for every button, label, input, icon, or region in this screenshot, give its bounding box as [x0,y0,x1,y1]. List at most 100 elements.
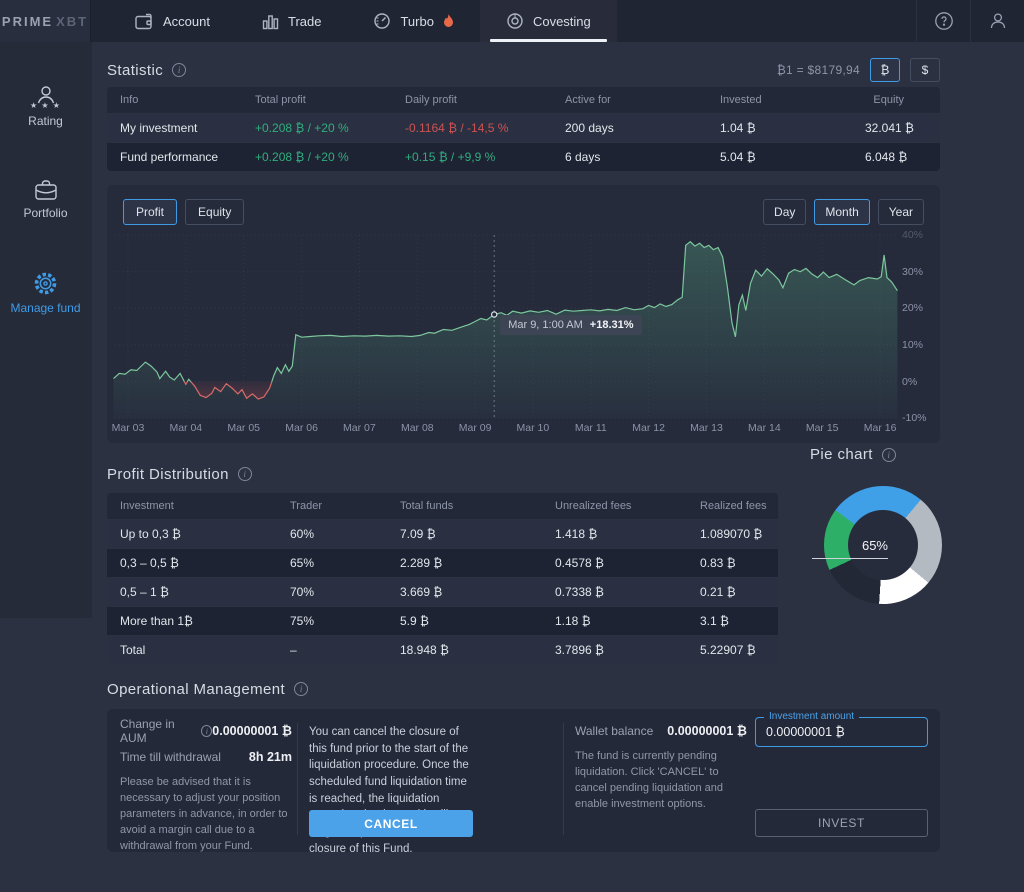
cell: 1.418 ₿ [542,527,687,541]
cell: 75% [277,614,387,628]
col-header: Info [107,94,242,106]
info-icon[interactable]: i [294,682,308,696]
sidebar-item-portfolio[interactable]: Portfolio [0,178,91,220]
portfolio-icon [33,178,59,202]
currency-controls: ₿1 = $8179,94 ₿ $ [777,58,940,82]
logo-prime: PRIME [2,14,53,29]
profile-button[interactable] [970,0,1024,42]
tab-label: Turbo [400,14,433,29]
cell: 3.1 ₿ [687,614,778,628]
flame-icon [443,14,454,28]
sidebar-item-manage-fund[interactable]: Manage fund [0,270,91,315]
time-till-withdrawal-row: Time till withdrawal 8h 21m [120,749,292,765]
cell: 0.7338 ₿ [542,585,687,599]
cell: 70% [277,585,387,599]
tab-label: Account [163,14,210,29]
cell: 18.948 ₿ [387,643,542,657]
cell-invested: 5.04 ₿ [707,150,852,164]
cell: 0,5 – 1 ₿ [107,585,277,599]
col-header: Unrealized fees [542,500,687,512]
currency-btc-button[interactable]: ₿ [870,58,900,82]
cell: 0.21 ₿ [687,585,778,599]
col-header: Invested [707,94,852,106]
range-month-button[interactable]: Month [814,199,869,225]
info-icon[interactable]: i [238,467,252,481]
x-tick-label: Mar 08 [401,422,434,434]
wallet-icon [135,13,154,30]
col-header: Total profit [242,94,392,106]
investment-amount-label: Investment amount [764,711,859,722]
y-tick-label: 10% [902,339,923,351]
tooltip-value: +18.31% [590,319,634,331]
profit-chart-card: Profit Equity Day Month Year [107,185,940,443]
info-icon[interactable]: i [882,448,896,462]
table-row: My investment +0.208 ₿ / +20 % -0.1164 ₿… [107,114,940,142]
divider [297,723,298,835]
table-row-total: Total – 18.948 ₿ 3.7896 ₿ 5.22907 ₿ [107,636,778,664]
range-year-button[interactable]: Year [878,199,924,225]
profit-distribution-title: Profit Distribution [107,466,229,483]
cancel-column: You can cancel the closure of this fund … [309,709,473,852]
x-tick-label: Mar 13 [690,422,723,434]
tab-turbo[interactable]: Turbo [347,0,479,42]
change-in-aum-row: Change in AUM i 0.00000001 ₿ [120,723,292,739]
chart-profit-button[interactable]: Profit [123,199,177,225]
x-tick-label: Mar 16 [864,422,897,434]
x-tick-label: Mar 04 [169,422,202,434]
chart-range-group: Day Month Year [755,199,924,225]
y-tick-label: 20% [902,302,923,314]
wallet-column: Wallet balance 0.00000001 ₿ The fund is … [575,709,747,813]
chart-equity-button[interactable]: Equity [185,199,244,225]
invest-button[interactable]: INVEST [755,809,928,837]
currency-usd-button[interactable]: $ [910,58,940,82]
col-header: Investment [107,500,277,512]
x-tick-label: Mar 06 [285,422,318,434]
cell-equity: 6.048 ₿ [852,150,943,164]
statistic-table: Info Total profit Daily profit Active fo… [107,87,940,171]
chart-toolbar: Profit Equity Day Month Year [123,199,924,225]
trade-bars-icon [262,13,279,30]
table-row: 0,3 – 0,5 ₿ 65% 2.289 ₿ 0.4578 ₿ 0.83 ₿ [107,549,778,577]
table-row: Up to 0,3 ₿ 60% 7.09 ₿ 1.418 ₿ 1.089070 … [107,520,778,548]
tab-trade[interactable]: Trade [236,0,347,42]
cell: 60% [277,527,387,541]
y-tick-label: 30% [902,266,923,278]
cancel-button[interactable]: CANCEL [309,810,473,837]
cell-daily-profit: -0.1164 ₿ / -14,5 % [392,121,552,135]
cell: 7.09 ₿ [387,527,542,541]
main-content: Statistic i ₿1 = $8179,94 ₿ $ Info Total… [107,42,940,852]
cell: – [277,643,387,657]
gear-icon [32,270,59,297]
covesting-icon [506,12,524,30]
pie-chart-block: Pie chart i 65% [810,446,942,661]
investment-amount-field: Investment amount [755,717,928,747]
cell: 0.83 ₿ [687,556,778,570]
info-icon[interactable]: i [201,725,212,737]
sidebar-item-rating[interactable]: ★ ★ ★ Rating [0,86,91,128]
cell-info: My investment [107,121,242,135]
table-row: More than 1₿ 75% 5.9 ₿ 1.18 ₿ 3.1 ₿ [107,607,778,635]
tab-label: Covesting [533,14,591,29]
logo[interactable]: PRIME XBT [0,0,91,42]
tab-covesting[interactable]: Covesting [480,0,617,42]
help-button[interactable] [916,0,970,42]
cancel-note: You can cancel the closure of this fund … [309,724,473,857]
covesting-page: PRIME XBT Account Trade Turbo Covesting [0,0,1024,892]
info-icon[interactable]: i [172,63,186,77]
aum-column: Change in AUM i 0.00000001 ₿ Time till w… [120,709,292,855]
chart-tooltip: Mar 9, 1:00 AM +18.31% [500,315,641,335]
cell-active-for: 200 days [552,121,707,135]
wallet-balance-value: 0.00000001 ₿ [667,724,747,738]
table-row: Fund performance +0.208 ₿ / +20 % +0.15 … [107,143,940,171]
col-header: Realized fees [687,500,778,512]
cell: 1.18 ₿ [542,614,687,628]
tooltip-date: Mar 9, 1:00 AM [508,319,583,331]
range-day-button[interactable]: Day [763,199,806,225]
cell-total-profit: +0.208 ₿ / +20 % [242,121,392,135]
invest-column: Investment amount INVEST [755,709,928,852]
x-tick-label: Mar 11 [575,422,607,434]
x-tick-label: Mar 10 [517,422,550,434]
turbo-gauge-icon [373,12,391,30]
col-header: Equity [852,94,940,106]
tab-account[interactable]: Account [109,0,236,42]
